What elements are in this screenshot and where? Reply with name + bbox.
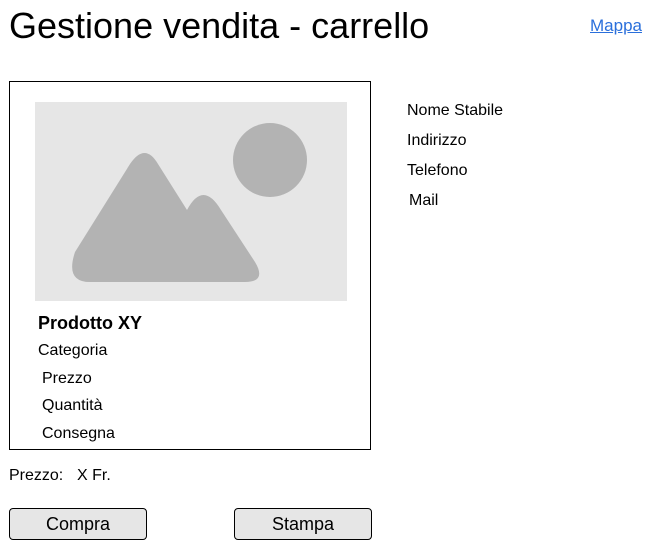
store-mail: Mail	[409, 192, 439, 209]
total-price-value: X Fr.	[77, 467, 111, 484]
product-name: Prodotto XY	[38, 313, 142, 333]
product-category: Categoria	[38, 342, 108, 359]
store-phone: Telefono	[407, 162, 468, 179]
total-price-label: Prezzo:	[9, 467, 64, 484]
product-card: Prodotto XY Categoria Prezzo Quantità Co…	[9, 81, 371, 450]
store-address: Indirizzo	[407, 132, 467, 149]
product-quantity: Quantità	[42, 397, 103, 414]
map-link[interactable]: Mappa	[590, 16, 642, 36]
print-button[interactable]: Stampa	[234, 508, 372, 540]
image-placeholder-icon	[35, 102, 347, 301]
page-title: Gestione vendita - carrello	[9, 5, 430, 46]
buy-button[interactable]: Compra	[9, 508, 147, 540]
product-delivery: Consegna	[42, 425, 115, 442]
product-price: Prezzo	[42, 370, 92, 387]
store-name: Nome Stabile	[407, 102, 504, 119]
